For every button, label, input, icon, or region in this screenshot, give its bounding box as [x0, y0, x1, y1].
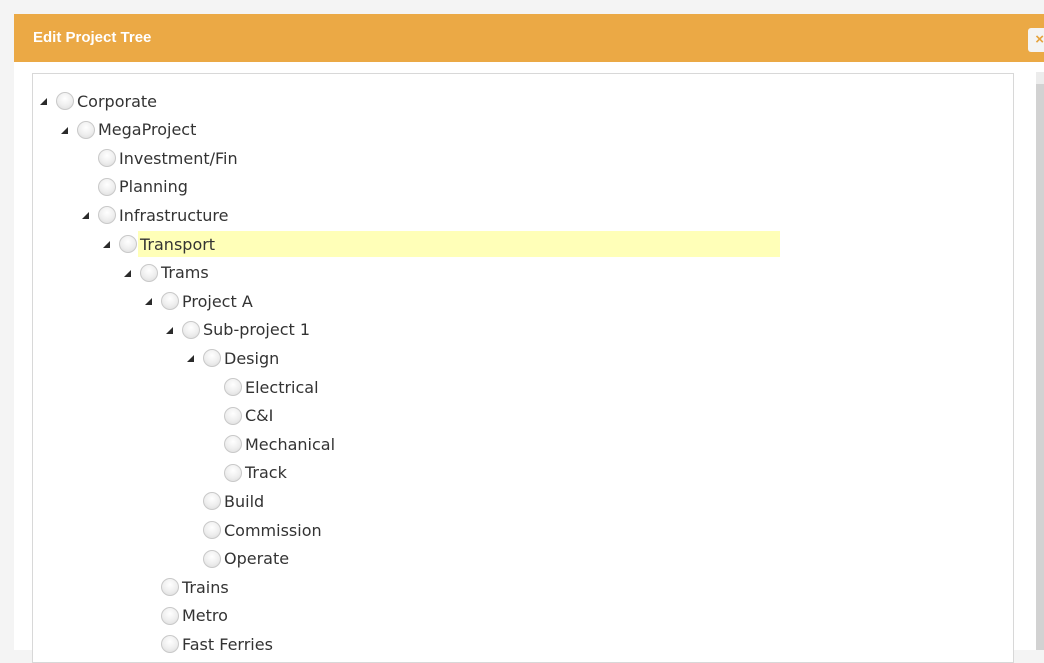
collapse-triangle-icon[interactable]	[101, 239, 111, 249]
tree-node[interactable]: Track	[206, 460, 288, 486]
tree-node-label[interactable]: Sub-project 1	[202, 320, 311, 339]
toggle-spacer	[80, 182, 90, 192]
tree-node-label[interactable]: Operate	[223, 549, 290, 568]
node-checkbox-icon[interactable]	[224, 463, 242, 482]
node-checkbox-icon[interactable]	[98, 149, 116, 168]
toggle-spacer	[143, 611, 153, 621]
dialog-header: Edit Project Tree ×	[14, 14, 1044, 62]
node-checkbox-icon[interactable]	[224, 406, 242, 425]
tree-node-label[interactable]: Design	[223, 349, 280, 368]
dialog-title: Edit Project Tree	[33, 29, 152, 46]
tree-node-label[interactable]: Corporate	[76, 92, 158, 111]
tree-node[interactable]: Planning	[80, 174, 189, 200]
tree-node[interactable]: Commission	[185, 517, 323, 543]
collapse-triangle-icon[interactable]	[164, 325, 174, 335]
collapse-triangle-icon[interactable]	[143, 296, 153, 306]
tree-node[interactable]: MegaProject	[59, 117, 197, 143]
tree-node-label[interactable]: Build	[223, 492, 265, 511]
toggle-spacer	[80, 153, 90, 163]
node-checkbox-icon[interactable]	[161, 578, 179, 597]
tree-node-label[interactable]: Infrastructure	[118, 206, 229, 225]
tree-node[interactable]: Trams	[122, 260, 210, 286]
tree-node[interactable]: C&I	[206, 403, 274, 429]
node-checkbox-icon[interactable]	[161, 292, 179, 311]
tree-node-label[interactable]: Mechanical	[244, 435, 336, 454]
tree-node-label[interactable]: Track	[244, 463, 288, 482]
close-icon: ×	[1035, 31, 1044, 48]
toggle-spacer	[206, 382, 216, 392]
node-checkbox-icon[interactable]	[119, 235, 137, 253]
node-checkbox-icon[interactable]	[224, 378, 242, 396]
collapse-triangle-icon[interactable]	[59, 125, 69, 135]
node-checkbox-icon[interactable]	[98, 206, 116, 225]
node-checkbox-icon[interactable]	[161, 606, 179, 625]
tree-node-label[interactable]: Investment/Fin	[118, 149, 239, 168]
node-checkbox-icon[interactable]	[182, 320, 200, 339]
tree-node-label[interactable]: Project A	[181, 292, 254, 311]
close-button[interactable]: ×	[1028, 28, 1044, 52]
tree-node[interactable]: Operate	[185, 546, 290, 572]
tree-node[interactable]: Corporate	[38, 88, 158, 114]
toggle-spacer	[206, 411, 216, 421]
tree-node[interactable]: Design	[185, 345, 280, 371]
node-checkbox-icon[interactable]	[203, 492, 221, 511]
toggle-spacer	[206, 468, 216, 478]
tree-node-label[interactable]: Metro	[181, 606, 229, 625]
tree-node[interactable]: Sub-project 1	[164, 317, 311, 343]
toggle-spacer	[143, 582, 153, 592]
toggle-spacer	[185, 525, 195, 535]
toggle-spacer	[143, 639, 153, 649]
node-checkbox-icon[interactable]	[56, 92, 74, 110]
tree-node[interactable]: Transport	[101, 231, 216, 257]
tree-node[interactable]: Investment/Fin	[80, 145, 239, 171]
tree-node[interactable]: Build	[185, 488, 265, 514]
tree-node[interactable]: Trains	[143, 574, 230, 600]
tree-node-label[interactable]: C&I	[244, 406, 274, 425]
scrollbar-thumb[interactable]	[1036, 84, 1044, 650]
node-checkbox-icon[interactable]	[161, 635, 179, 654]
collapse-triangle-icon[interactable]	[122, 268, 132, 278]
tree-node[interactable]: Mechanical	[206, 431, 336, 457]
tree-node[interactable]: Electrical	[206, 374, 320, 400]
toggle-spacer	[185, 496, 195, 506]
tree-node-label[interactable]: Transport	[139, 235, 216, 254]
toggle-spacer	[206, 439, 216, 449]
tree-node-label[interactable]: Planning	[118, 177, 189, 196]
selected-row-highlight	[138, 231, 780, 257]
collapse-triangle-icon[interactable]	[80, 210, 90, 220]
tree-node[interactable]: Metro	[143, 603, 229, 629]
tree-node-label[interactable]: Electrical	[244, 378, 320, 397]
node-checkbox-icon[interactable]	[77, 120, 95, 139]
node-checkbox-icon[interactable]	[203, 349, 221, 368]
node-checkbox-icon[interactable]	[224, 435, 242, 454]
collapse-triangle-icon[interactable]	[38, 96, 48, 106]
tree-node-label[interactable]: Trams	[160, 263, 210, 282]
tree-node[interactable]: Infrastructure	[80, 202, 229, 228]
tree-node-label[interactable]: Trains	[181, 578, 230, 597]
node-checkbox-icon[interactable]	[203, 521, 221, 539]
tree-node[interactable]: Fast Ferries	[143, 631, 274, 657]
collapse-triangle-icon[interactable]	[185, 353, 195, 363]
tree-node-label[interactable]: Fast Ferries	[181, 635, 274, 654]
toggle-spacer	[185, 554, 195, 564]
tree-node[interactable]: Project A	[143, 288, 254, 314]
node-checkbox-icon[interactable]	[140, 263, 158, 282]
node-checkbox-icon[interactable]	[203, 549, 221, 568]
node-checkbox-icon[interactable]	[98, 177, 116, 196]
tree-node-label[interactable]: MegaProject	[97, 120, 197, 139]
dialog-body: Corporate MegaProject Investment/Fin Planni…	[14, 62, 1044, 663]
tree-node-label[interactable]: Commission	[223, 521, 323, 540]
project-tree: Corporate MegaProject Investment/Fin Planni…	[32, 73, 1014, 663]
